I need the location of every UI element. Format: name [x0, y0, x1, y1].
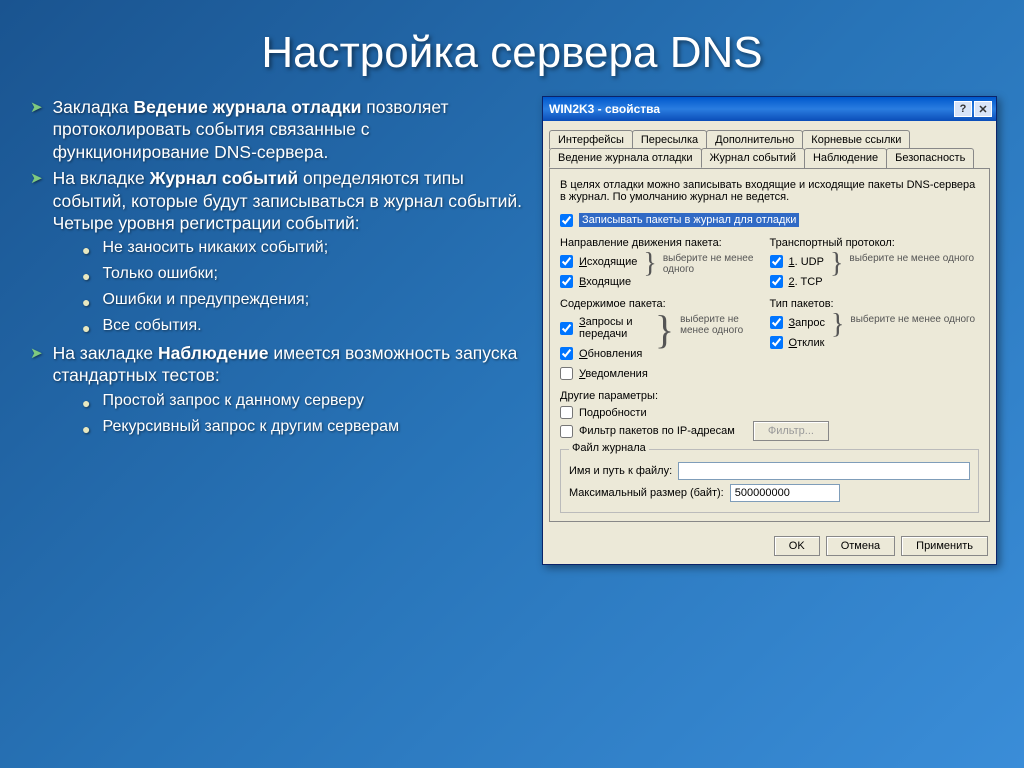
- sub-bullet-item: ●Простой запрос к данному серверу: [82, 391, 530, 413]
- sub-bullet-item: ●Рекурсивный запрос к другим серверам: [82, 417, 530, 439]
- checkbox-уведомления[interactable]: Уведомления: [560, 367, 649, 380]
- round-marker-icon: ●: [82, 395, 90, 413]
- apply-button[interactable]: Применить: [901, 536, 988, 556]
- round-marker-icon: ●: [82, 294, 90, 312]
- round-marker-icon: ●: [82, 421, 90, 439]
- checkbox-1-udp[interactable]: 1. UDP: [770, 255, 824, 268]
- slide-text: ➤Закладка Ведение журнала отладки позвол…: [30, 96, 530, 565]
- tab-наблюдение[interactable]: Наблюдение: [804, 148, 887, 168]
- brace-icon: }: [830, 253, 843, 275]
- checkbox-2-tcp[interactable]: 2. TCP: [770, 275, 824, 288]
- bullet-item: ➤Закладка Ведение журнала отладки позвол…: [30, 96, 530, 163]
- sub-bullet-item: ●Не заносить никаких событий;: [82, 238, 530, 260]
- round-marker-icon: ●: [82, 268, 90, 286]
- tab-безопасность[interactable]: Безопасность: [886, 148, 974, 168]
- path-input[interactable]: [678, 462, 970, 480]
- arrow-icon: ➤: [30, 169, 43, 234]
- checkbox-исходящие[interactable]: Исходящие: [560, 255, 637, 268]
- tab-интерфейсы[interactable]: Интерфейсы: [549, 130, 633, 149]
- main-debug-checkbox[interactable]: Записывать пакеты в журнал для отладки: [560, 211, 979, 229]
- tab-дополнительно[interactable]: Дополнительно: [706, 130, 803, 149]
- bullet-item: ➤На вкладке Журнал событий определяются …: [30, 167, 530, 234]
- bullet-item: ➤На закладке Наблюдение имеется возможно…: [30, 342, 530, 387]
- brace-hint: выберите не менее одного: [850, 314, 975, 325]
- brace-hint: выберите не менее одного: [680, 314, 769, 336]
- cancel-button[interactable]: Отмена: [826, 536, 895, 556]
- close-icon[interactable]: ✕: [974, 101, 992, 117]
- checkbox-отклик[interactable]: Отклик: [770, 336, 825, 349]
- slide-title: Настройка сервера DNS: [0, 0, 1024, 96]
- checkbox-запросы-и-передачи[interactable]: Запросы и передачи: [560, 316, 649, 340]
- tab-журнал-событий[interactable]: Журнал событий: [701, 148, 805, 168]
- brace-hint: выберите не менее одного: [663, 253, 770, 275]
- file-log-fieldset: Файл журнала Имя и путь к файлу: Максима…: [560, 449, 979, 513]
- arrow-icon: ➤: [30, 98, 43, 163]
- brace-icon: }: [643, 253, 656, 275]
- tab-ведение-журнала-отладки[interactable]: Ведение журнала отладки: [549, 148, 702, 168]
- group-type-label: Тип пакетов:: [770, 298, 980, 310]
- round-marker-icon: ●: [82, 320, 90, 338]
- ok-button[interactable]: OK: [774, 536, 820, 556]
- filter-button: Фильтр...: [753, 421, 829, 441]
- group-other-label: Другие параметры:: [560, 390, 979, 402]
- tab-panel-debug-log: В целях отладки можно записывать входящи…: [549, 168, 990, 522]
- ip-filter-checkbox[interactable]: Фильтр пакетов по IP-адресам: [560, 425, 735, 438]
- dialog-titlebar[interactable]: WIN2K3 - свойства ? ✕: [543, 97, 996, 121]
- details-checkbox[interactable]: Подробности: [560, 406, 979, 419]
- checkbox-запрос[interactable]: Запрос: [770, 316, 825, 329]
- tab-пересылка[interactable]: Пересылка: [632, 130, 707, 149]
- sub-bullet-item: ●Все события.: [82, 316, 530, 338]
- brace-icon: }: [831, 314, 844, 336]
- help-icon[interactable]: ?: [954, 101, 972, 117]
- properties-dialog: WIN2K3 - свойства ? ✕ ИнтерфейсыПересылк…: [542, 96, 997, 565]
- dialog-title: WIN2K3 - свойства: [549, 102, 660, 116]
- brace-hint: выберите не менее одного: [849, 253, 974, 264]
- arrow-icon: ➤: [30, 344, 43, 387]
- tab-корневые-ссылки[interactable]: Корневые ссылки: [802, 130, 910, 149]
- path-label: Имя и путь к файлу:: [569, 465, 672, 477]
- size-label: Максимальный размер (байт):: [569, 487, 724, 499]
- sub-bullet-item: ●Только ошибки;: [82, 264, 530, 286]
- sub-bullet-item: ●Ошибки и предупреждения;: [82, 290, 530, 312]
- size-input[interactable]: [730, 484, 840, 502]
- brace-icon: }: [655, 314, 674, 346]
- fieldset-legend: Файл журнала: [569, 442, 649, 454]
- checkbox-входящие[interactable]: Входящие: [560, 275, 637, 288]
- panel-description: В целях отладки можно записывать входящи…: [560, 179, 979, 203]
- group-direction-label: Направление движения пакета:: [560, 237, 770, 249]
- group-transport-label: Транспортный протокол:: [770, 237, 980, 249]
- round-marker-icon: ●: [82, 242, 90, 260]
- checkbox-обновления[interactable]: Обновления: [560, 347, 649, 360]
